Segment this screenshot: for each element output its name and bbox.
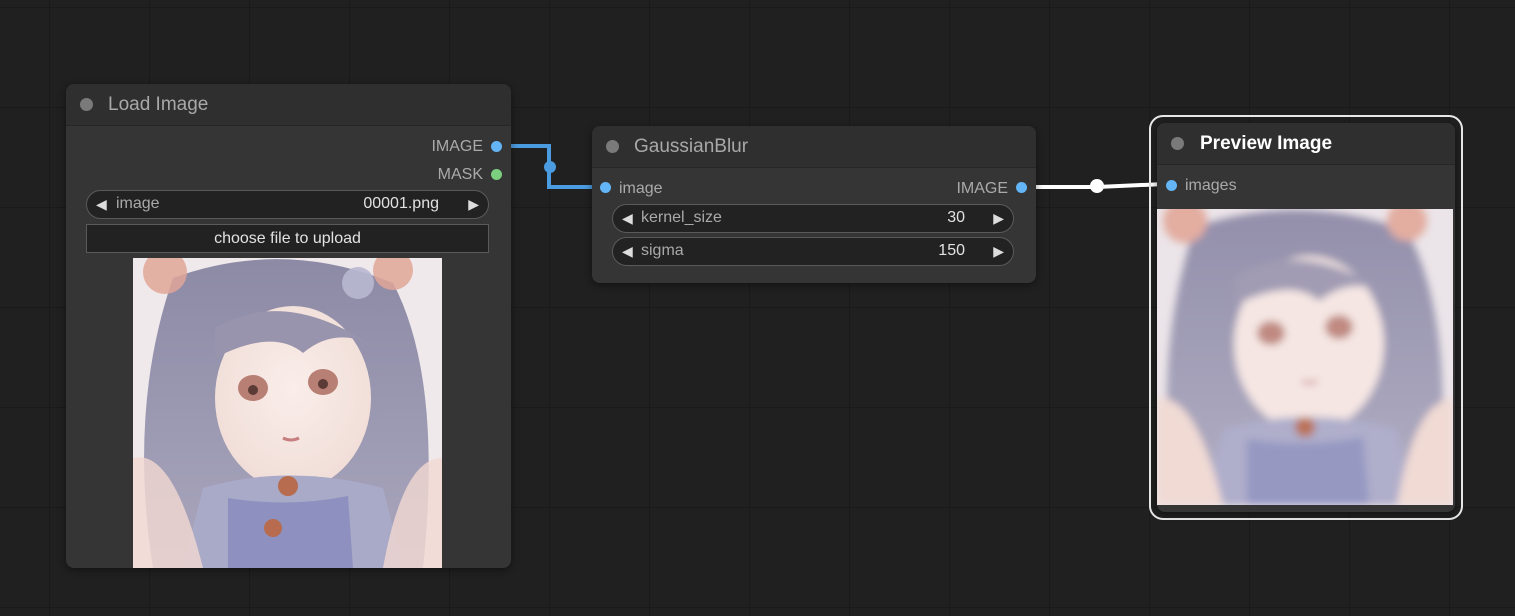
node-title: Load Image <box>108 94 209 115</box>
kernel-size-widget[interactable]: ◀ kernel_size 30 ▶ <box>612 204 1014 233</box>
preview-image-node[interactable]: Preview Image images <box>1157 123 1455 512</box>
output-image-slot[interactable] <box>491 141 502 152</box>
load-image-title-bar[interactable]: Load Image <box>66 84 511 126</box>
node-graph-canvas[interactable]: Load Image IMAGE MASK ◀ image 00001.png … <box>0 0 1515 616</box>
load-image-node[interactable]: Load Image IMAGE MASK ◀ image 00001.png … <box>66 84 511 568</box>
input-image-slot[interactable] <box>600 182 611 193</box>
input-images-slot[interactable] <box>1166 180 1177 191</box>
widget-value: 00001.png <box>363 195 439 212</box>
output-image-label: IMAGE <box>431 138 483 155</box>
image-combo-widget[interactable]: ◀ image 00001.png ▶ <box>86 190 489 219</box>
gaussian-blur-node[interactable]: GaussianBlur image IMAGE ◀ kernel_size 3… <box>592 126 1036 283</box>
blurred-image-preview <box>1157 209 1453 505</box>
output-image-slot[interactable] <box>1016 182 1027 193</box>
output-mask-label: MASK <box>437 166 483 183</box>
left-arrow-icon[interactable]: ◀ <box>96 196 107 213</box>
collapse-dot-icon[interactable] <box>80 98 93 111</box>
link-load-to-blur <box>503 144 600 189</box>
upload-button[interactable]: choose file to upload <box>86 224 489 253</box>
gaussian-blur-title-bar[interactable]: GaussianBlur <box>592 126 1036 168</box>
collapse-dot-icon[interactable] <box>1171 137 1184 150</box>
widget-label: sigma <box>641 242 684 259</box>
collapse-dot-icon[interactable] <box>606 140 619 153</box>
right-arrow-icon[interactable]: ▶ <box>993 243 1004 260</box>
link-reroute-handle <box>544 161 556 173</box>
input-image-label: image <box>619 180 663 197</box>
loaded-image-preview <box>133 258 442 568</box>
widget-label: image <box>116 195 160 212</box>
left-arrow-icon[interactable]: ◀ <box>622 210 633 227</box>
link-blur-to-preview <box>1028 182 1166 189</box>
sigma-widget[interactable]: ◀ sigma 150 ▶ <box>612 237 1014 266</box>
output-image-label: IMAGE <box>956 180 1008 197</box>
right-arrow-icon[interactable]: ▶ <box>468 196 479 213</box>
widget-value: 30 <box>947 209 965 226</box>
link-midpoint-handle <box>1090 179 1104 193</box>
node-title: Preview Image <box>1200 133 1333 154</box>
right-arrow-icon[interactable]: ▶ <box>993 210 1004 227</box>
left-arrow-icon[interactable]: ◀ <box>622 243 633 260</box>
input-images-label: images <box>1185 177 1237 194</box>
portrait-illustration <box>133 258 442 568</box>
widget-label: kernel_size <box>641 209 722 226</box>
preview-image-title-bar[interactable]: Preview Image <box>1157 123 1455 165</box>
output-mask-slot[interactable] <box>491 169 502 180</box>
widget-value: 150 <box>938 242 965 259</box>
blurred-portrait-illustration <box>1157 209 1453 505</box>
node-title: GaussianBlur <box>634 136 749 157</box>
